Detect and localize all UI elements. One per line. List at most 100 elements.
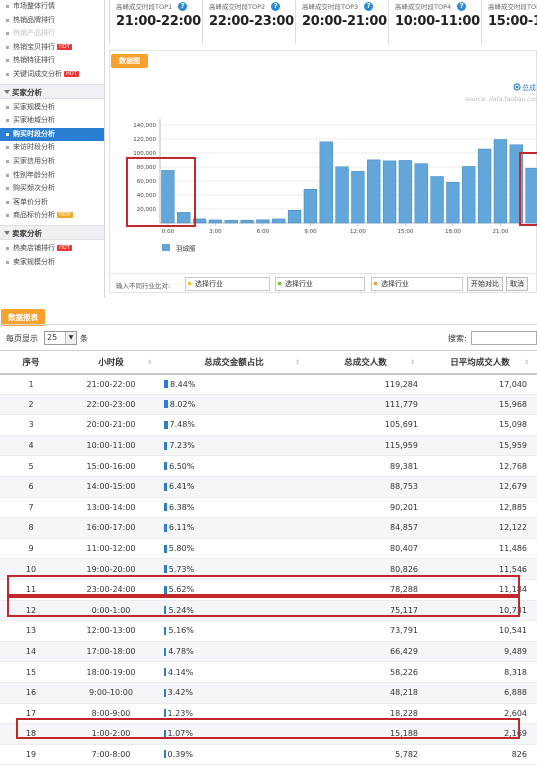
chart-bar[interactable] — [351, 171, 365, 224]
chart-bar[interactable] — [240, 219, 254, 224]
sidebar-item[interactable]: 卖家规模分析 — [0, 256, 104, 270]
bullet-icon — [6, 18, 9, 22]
help-icon[interactable]: ? — [178, 2, 188, 11]
sidebar-item[interactable]: 购买时段分析 — [0, 127, 104, 142]
chart-bar[interactable] — [177, 212, 191, 224]
cell-time-slot: 13:00-14:00 — [62, 497, 160, 519]
share-bar — [164, 647, 167, 656]
share-bar — [164, 750, 166, 759]
chart-bar[interactable] — [462, 166, 476, 224]
sidebar-item[interactable]: 商品标价分析 NEW — [0, 209, 104, 223]
share-value: 7.48% — [169, 420, 195, 430]
cell-index: 15 — [0, 661, 62, 683]
chart-bar[interactable] — [430, 176, 444, 224]
chart-bar[interactable] — [367, 159, 381, 224]
sidebar-item-label: 关键词成交分析 — [13, 69, 62, 78]
chart-bar[interactable] — [509, 144, 523, 224]
per-page-select[interactable]: 25 ▼ — [44, 331, 77, 345]
sidebar-item[interactable]: 市场整体行情 — [0, 0, 104, 14]
chart-bar[interactable] — [319, 141, 333, 224]
sidebar-section-seller-analysis[interactable]: 卖家分析 — [0, 224, 104, 240]
share-bar — [164, 606, 167, 615]
chart-bar[interactable] — [414, 163, 428, 224]
chart-bar[interactable] — [446, 181, 460, 224]
cell-total-buyers: 89,381 — [308, 455, 423, 477]
cell-index: 11 — [0, 579, 62, 601]
help-icon[interactable]: ? — [457, 2, 467, 11]
sidebar-item[interactable]: 来访时段分析 — [0, 141, 104, 155]
sidebar-item[interactable]: 热销产品排行 — [0, 27, 104, 41]
industry-select-2-text: 选择行业 — [285, 280, 313, 288]
sidebar-item[interactable]: 购买频次分析 — [0, 182, 104, 196]
col-header-amount-share[interactable]: 总成交金额占比 ⇕ — [160, 350, 308, 375]
cell-total-buyers: 48,218 — [308, 682, 423, 704]
sidebar-item-label: 卖家规模分析 — [13, 257, 55, 266]
col-header-total-buyers[interactable]: 总成交人数 ⇕ — [308, 350, 423, 375]
sidebar-item[interactable]: 买家地域分析 — [0, 114, 104, 128]
chart-bar[interactable] — [192, 218, 207, 224]
chart-bar[interactable] — [224, 220, 238, 224]
cell-time-slot: 9:00-10:00 — [62, 682, 160, 704]
chart-bar[interactable] — [382, 160, 397, 224]
industry-select-2[interactable]: 选择行业 — [275, 277, 365, 291]
x-tick-label: 18:00 — [445, 229, 461, 235]
search-input[interactable] — [471, 331, 537, 345]
chart-bar[interactable] — [303, 188, 318, 224]
sidebar-item[interactable]: 热卖店铺排行 HOT — [0, 242, 104, 256]
chart-tab[interactable]: 数据图 — [111, 54, 148, 68]
sidebar-item[interactable]: 性别年龄分析 — [0, 169, 104, 183]
cell-time-slot: 14:00-15:00 — [62, 476, 160, 498]
bullet-icon — [6, 132, 9, 136]
cell-time-slot: 23:00-24:00 — [62, 579, 160, 601]
table-row: 3 20:00-21:00 7.48% 105,691 15,098 — [0, 414, 537, 436]
chart-bar[interactable] — [335, 166, 349, 224]
col-header-daily-avg[interactable]: 日平均成交人数 ⇕ — [423, 350, 537, 375]
col-header-index[interactable]: 序号 — [0, 350, 62, 375]
bullet-icon — [6, 72, 9, 76]
col-header-time-slot[interactable]: 小时段 ⇕ — [62, 350, 160, 375]
sidebar-item[interactable]: 买家规模分析 — [0, 101, 104, 115]
share-value: 4.78% — [168, 647, 194, 657]
table-controls: 每页显示 25 ▼ 条 搜索: — [0, 331, 537, 347]
chart-bar[interactable] — [208, 219, 223, 224]
industry-select-1[interactable]: 选择行业 — [185, 277, 270, 291]
card-label: 高峰成交时段TOP3 — [302, 3, 359, 11]
cell-time-slot: 19:00-20:00 — [62, 558, 160, 580]
cancel-compare-button[interactable]: 取消 — [506, 277, 528, 291]
cell-total-buyers: 80,826 — [308, 558, 423, 580]
table-row: 7 13:00-14:00 6.38% 90,201 12,885 — [0, 497, 537, 519]
cell-amount-share: 7.48% — [160, 414, 308, 436]
chart-bar[interactable] — [161, 170, 175, 224]
cell-time-slot: 18:00-19:00 — [62, 661, 160, 683]
chart-bar[interactable] — [525, 167, 537, 224]
sidebar-item[interactable]: 热销宝贝排行 HOT — [0, 41, 104, 55]
radio-dot — [515, 85, 519, 89]
cell-daily-avg: 2,604 — [423, 703, 537, 725]
help-icon[interactable]: ? — [364, 2, 374, 11]
cell-index: 7 — [0, 497, 62, 519]
share-bar — [164, 729, 166, 738]
chart-bar[interactable] — [398, 160, 413, 224]
col-header-time-slot-label: 小时段 — [98, 357, 124, 368]
sidebar-section-buyer-analysis[interactable]: 买家分析 — [0, 83, 104, 99]
chart-bar[interactable] — [477, 148, 492, 224]
sidebar-item[interactable]: 客单价分析 — [0, 196, 104, 210]
start-compare-button[interactable]: 开始对比 — [467, 277, 503, 291]
bar-chart: 总成 source: data.taobao.com 20,000 40,000 60,… — [133, 83, 537, 253]
sidebar-item[interactable]: 买家信用分析 — [0, 155, 104, 169]
chart-bar[interactable] — [272, 218, 286, 224]
chart-bar[interactable] — [287, 209, 302, 224]
industry-select-3[interactable]: 选择行业 — [371, 277, 463, 291]
cell-daily-avg: 10,731 — [423, 600, 537, 622]
chart-bar[interactable] — [493, 139, 508, 224]
sidebar-item[interactable]: 热销品牌排行 — [0, 14, 104, 28]
hot-badge: HOT — [57, 244, 72, 251]
sidebar-item[interactable]: 关键词成交分析 HOT — [0, 68, 104, 82]
y-tick-label: 140,000 — [133, 123, 156, 129]
help-icon[interactable]: ? — [271, 2, 281, 11]
card-value: 10:00-11:00 — [395, 14, 480, 29]
sidebar-item[interactable]: 热销特征排行 — [0, 54, 104, 68]
chart-bar[interactable] — [256, 219, 270, 224]
cell-amount-share: 5.24% — [160, 600, 308, 622]
select-marker-1 — [188, 282, 191, 285]
